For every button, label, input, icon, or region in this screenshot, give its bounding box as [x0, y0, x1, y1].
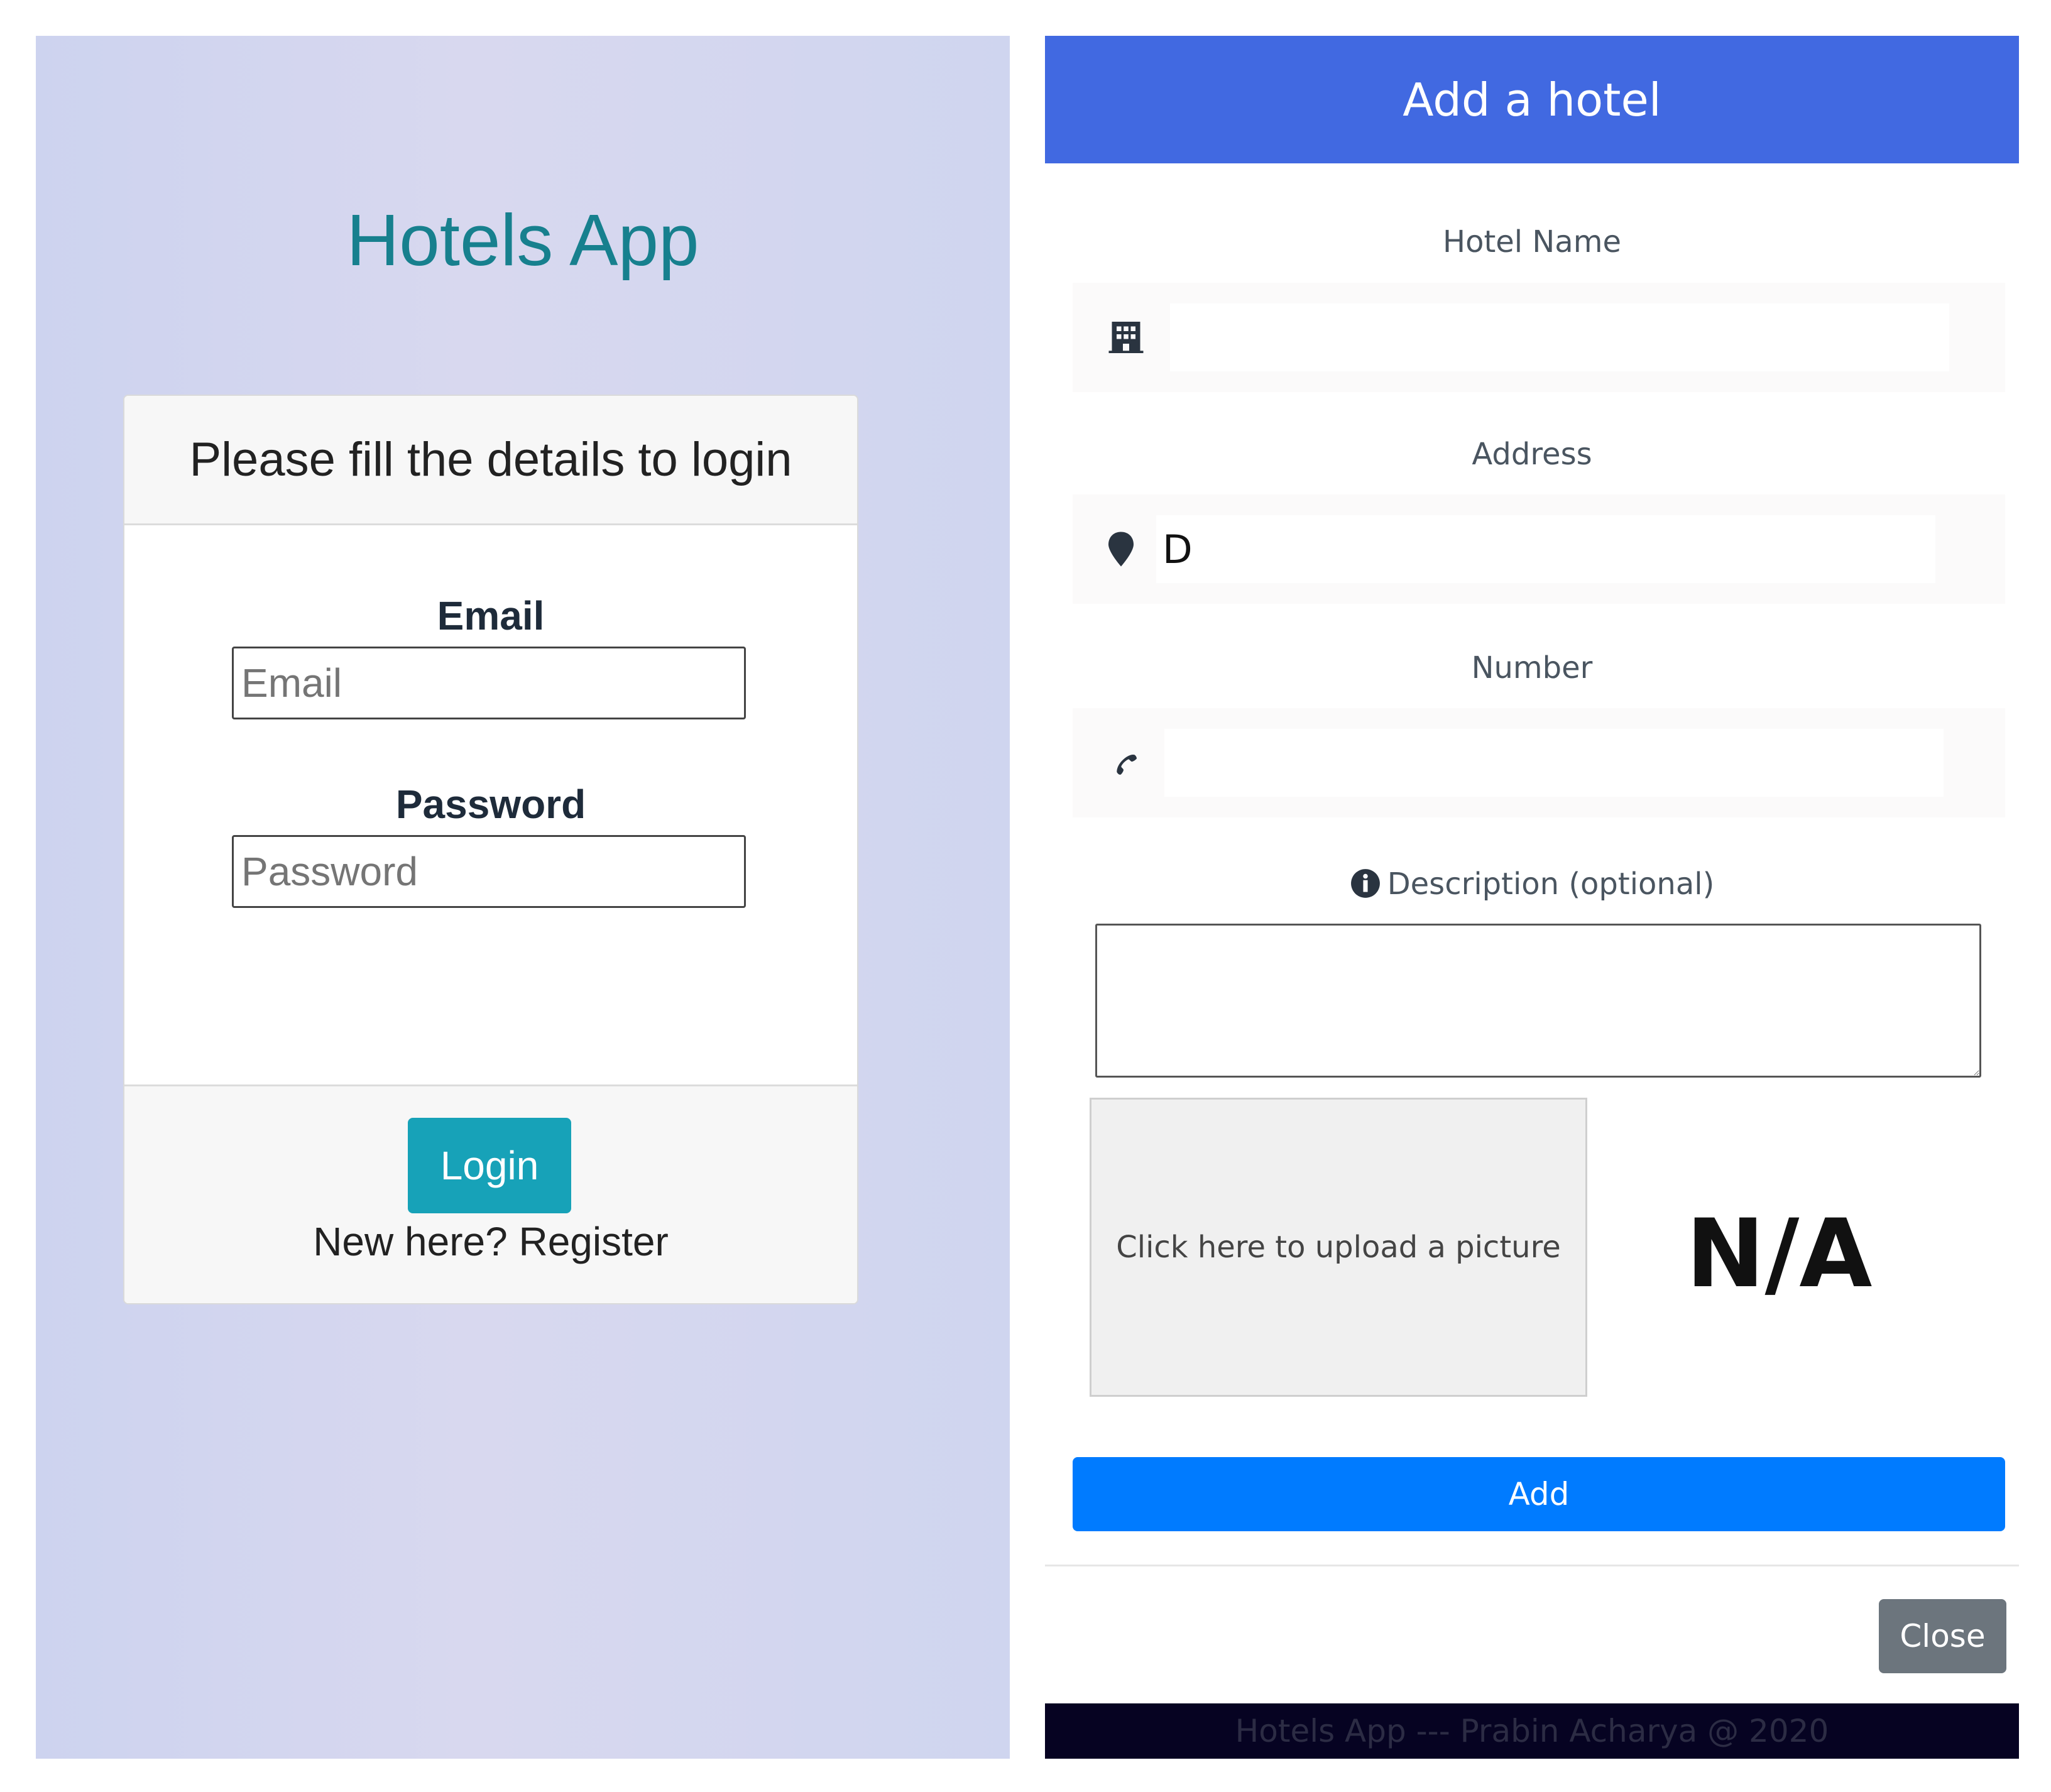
image-preview-placeholder: N/A [1686, 1199, 1872, 1309]
description-label-row: Description (optional) [1045, 866, 2019, 907]
close-button[interactable]: Close [1879, 1599, 2006, 1673]
password-label: Password [395, 782, 586, 827]
login-card-header: Please fill the details to login [124, 396, 857, 525]
hotel-name-label: Hotel Name [1442, 224, 1621, 260]
number-group [1073, 708, 2005, 817]
email-input[interactable] [232, 647, 746, 719]
description-label: Description (optional) [1387, 866, 1715, 902]
login-screen: Hotels App Please fill the details to lo… [36, 36, 1010, 1759]
building-icon [1105, 317, 1147, 358]
page-footer: Hotels App --- Prabin Acharya @ 2020 [1045, 1703, 2019, 1759]
modal-divider [1045, 1565, 2019, 1566]
modal-header: Add a hotel [1045, 36, 2019, 163]
hotel-name-group [1073, 283, 2005, 392]
login-button[interactable]: Login [408, 1118, 571, 1213]
description-textarea[interactable] [1095, 924, 1981, 1078]
login-card: Please fill the details to login Email P… [123, 395, 858, 1304]
add-button[interactable]: Add [1073, 1457, 2005, 1531]
address-label: Address [1472, 437, 1592, 472]
info-icon [1350, 868, 1381, 907]
app-title: Hotels App [346, 199, 699, 281]
hotel-name-input[interactable] [1170, 303, 1949, 371]
footer-text: Hotels App --- Prabin Acharya @ 2020 [1235, 1713, 1829, 1749]
email-label: Email [437, 593, 545, 638]
phone-icon [1105, 742, 1147, 784]
preview-text: N/A [1686, 1199, 1872, 1309]
upload-picture-area[interactable]: Click here to upload a picture [1090, 1098, 1587, 1397]
number-label: Number [1471, 650, 1593, 686]
password-input[interactable] [232, 835, 746, 908]
number-input[interactable] [1164, 729, 1944, 797]
address-input[interactable] [1156, 515, 1935, 583]
upload-text: Click here to upload a picture [1116, 1230, 1561, 1265]
register-link[interactable]: New here? Register [124, 1218, 857, 1265]
address-group [1073, 494, 2005, 604]
login-card-footer: Login New here? Register [124, 1084, 857, 1303]
map-marker-icon [1100, 528, 1142, 570]
modal-title: Add a hotel [1403, 73, 1661, 126]
add-hotel-modal: Add a hotel Hotel Name Address D Number … [1045, 36, 2019, 1759]
